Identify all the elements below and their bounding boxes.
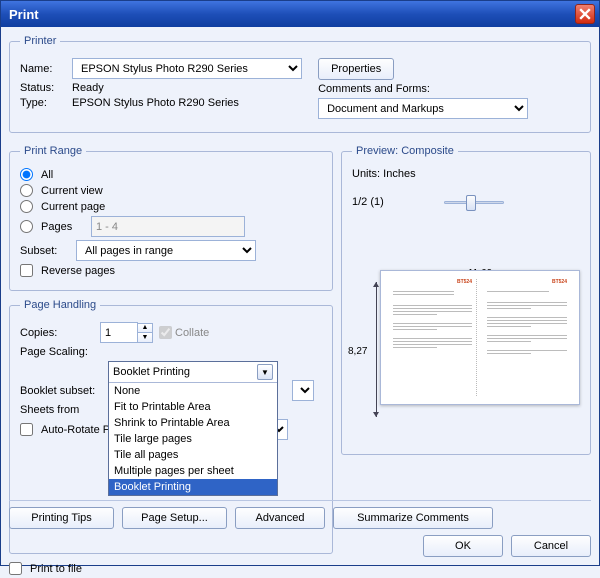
type-value: EPSON Stylus Photo R290 Series [72, 97, 239, 109]
window-title: Print [9, 7, 39, 22]
title-bar: Print [1, 1, 599, 27]
radio-pages-label: Pages [41, 221, 87, 233]
radio-all-label: All [41, 169, 53, 181]
ok-button[interactable]: OK [423, 535, 503, 557]
print-range-group: Print Range All Current view Current pag… [9, 145, 333, 291]
preview-doc-right: BT524 [483, 279, 571, 396]
properties-button[interactable]: Properties [318, 58, 394, 80]
print-to-file-check[interactable] [9, 562, 22, 575]
printer-name-select[interactable]: EPSON Stylus Photo R290 Series [72, 58, 302, 79]
preview-slider[interactable] [444, 194, 504, 210]
booklet-subset-select[interactable] [292, 380, 314, 401]
preview-doc-left: BT524 [389, 279, 477, 396]
cancel-button[interactable]: Cancel [511, 535, 591, 557]
preview-page: BT524 BT524 [380, 270, 580, 405]
printing-tips-button[interactable]: Printing Tips [9, 507, 114, 529]
units-label: Units: Inches [352, 168, 416, 180]
radio-pages[interactable] [20, 220, 33, 233]
copies-down-icon[interactable]: ▼ [138, 333, 152, 342]
sheets-from-label: Sheets from [20, 404, 100, 416]
page-scaling-dropdown[interactable]: Booklet Printing ▼ None Fit to Printable… [108, 361, 278, 496]
summarize-comments-button[interactable]: Summarize Comments [333, 507, 493, 529]
chevron-down-icon[interactable]: ▼ [257, 364, 273, 380]
booklet-subset-label: Booklet subset: [20, 385, 112, 397]
radio-current-page[interactable] [20, 200, 33, 213]
preview-height: 8,27 [348, 346, 367, 357]
scaling-option[interactable]: Shrink to Printable Area [109, 415, 277, 431]
printer-legend: Printer [20, 35, 60, 47]
subset-select[interactable]: All pages in range [76, 240, 256, 261]
scaling-option[interactable]: Tile all pages [109, 447, 277, 463]
comments-label: Comments and Forms: [318, 83, 430, 95]
range-legend: Print Range [20, 145, 86, 157]
scaling-option[interactable]: Multiple pages per sheet [109, 463, 277, 479]
type-label: Type: [20, 97, 72, 109]
doc-logo-icon: BT524 [457, 279, 472, 289]
subset-label: Subset: [20, 245, 76, 257]
doc-logo-icon: BT524 [552, 279, 567, 289]
status-label: Status: [20, 82, 72, 94]
printer-group: Printer Name: EPSON Stylus Photo R290 Se… [9, 35, 591, 133]
height-arrow-icon [376, 282, 377, 417]
page-setup-button[interactable]: Page Setup... [122, 507, 227, 529]
comments-forms-select[interactable]: Document and Markups [318, 98, 528, 119]
copies-input[interactable] [100, 322, 138, 343]
scaling-option[interactable]: Tile large pages [109, 431, 277, 447]
name-label: Name: [20, 63, 72, 75]
print-to-file-label: Print to file [30, 563, 82, 575]
radio-current-view[interactable] [20, 184, 33, 197]
copies-up-icon[interactable]: ▲ [138, 324, 152, 333]
radio-all[interactable] [20, 168, 33, 181]
close-icon[interactable] [575, 4, 595, 24]
scaling-option[interactable]: None [109, 383, 277, 399]
preview-group: Preview: Composite Units: Inches 1/2 (1)… [341, 145, 591, 455]
preview-legend: Preview: Composite [352, 145, 458, 157]
copies-label: Copies: [20, 327, 100, 339]
status-value: Ready [72, 82, 104, 94]
autorotate-check[interactable] [20, 423, 33, 436]
advanced-button[interactable]: Advanced [235, 507, 325, 529]
reverse-pages-label: Reverse pages [41, 265, 115, 277]
collate-check [159, 326, 172, 339]
radio-current-view-label: Current view [41, 185, 103, 197]
collate-label: Collate [175, 327, 209, 339]
scaling-label: Page Scaling: [20, 346, 100, 358]
handling-legend: Page Handling [20, 299, 100, 311]
reverse-pages-check[interactable] [20, 264, 33, 277]
scaling-selected: Booklet Printing [113, 366, 190, 378]
autorotate-label: Auto-Rotate Pa [41, 424, 116, 436]
scaling-option-selected[interactable]: Booklet Printing [109, 479, 277, 495]
preview-position: 1/2 (1) [352, 196, 384, 208]
pages-input[interactable] [91, 216, 245, 237]
scaling-option[interactable]: Fit to Printable Area [109, 399, 277, 415]
radio-current-page-label: Current page [41, 201, 105, 213]
